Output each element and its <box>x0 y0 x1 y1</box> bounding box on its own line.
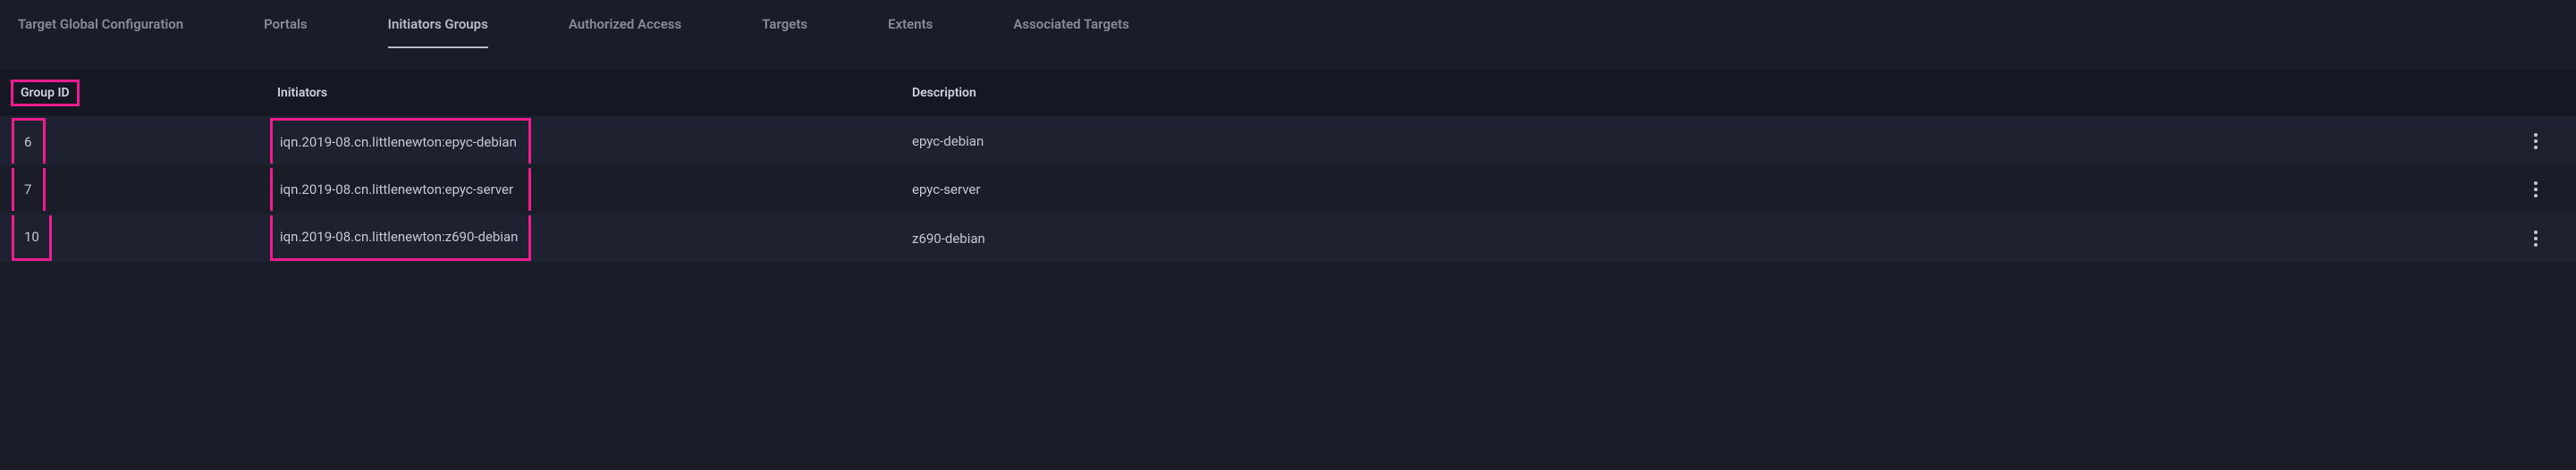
cell-group-id: 7 <box>12 168 46 211</box>
initiators-table: Group ID Initiators Description 6 iqn.20… <box>0 70 2576 263</box>
column-header-group-id[interactable]: Group ID <box>18 83 277 103</box>
column-header-description[interactable]: Description <box>912 86 2513 100</box>
cell-description: epyc-server <box>912 181 2513 197</box>
row-actions-menu-icon[interactable] <box>2527 132 2545 150</box>
column-header-initiators[interactable]: Initiators <box>277 86 912 100</box>
cell-group-id: 6 <box>12 118 46 164</box>
table-header-row: Group ID Initiators Description <box>0 70 2576 116</box>
table-row[interactable]: 7 iqn.2019-08.cn.littlenewton:epyc-serve… <box>0 165 2576 214</box>
cell-description: z690-debian <box>912 231 2513 247</box>
tab-portals[interactable]: Portals <box>264 0 308 48</box>
tab-associated-targets[interactable]: Associated Targets <box>1013 0 1128 48</box>
cell-initiators: iqn.2019-08.cn.littlenewton:z690-debian <box>270 215 531 261</box>
column-header-group-id-label: Group ID <box>11 80 80 106</box>
tab-extents[interactable]: Extents <box>888 0 933 48</box>
cell-group-id: 10 <box>12 215 52 261</box>
tab-target-global-configuration[interactable]: Target Global Configuration <box>18 0 183 48</box>
row-actions-menu-icon[interactable] <box>2527 230 2545 248</box>
cell-initiators: iqn.2019-08.cn.littlenewton:epyc-server <box>270 168 531 211</box>
table-row[interactable]: 10 iqn.2019-08.cn.littlenewton:z690-debi… <box>0 214 2576 263</box>
table-row[interactable]: 6 iqn.2019-08.cn.littlenewton:epyc-debia… <box>0 116 2576 165</box>
cell-description: epyc-debian <box>912 133 2513 149</box>
row-actions-menu-icon[interactable] <box>2527 180 2545 198</box>
tabs-bar: Target Global Configuration Portals Init… <box>0 0 2576 48</box>
tab-initiators-groups[interactable]: Initiators Groups <box>388 0 488 48</box>
tab-authorized-access[interactable]: Authorized Access <box>569 0 681 48</box>
tab-targets[interactable]: Targets <box>762 0 807 48</box>
cell-initiators: iqn.2019-08.cn.littlenewton:epyc-debian <box>270 118 531 164</box>
